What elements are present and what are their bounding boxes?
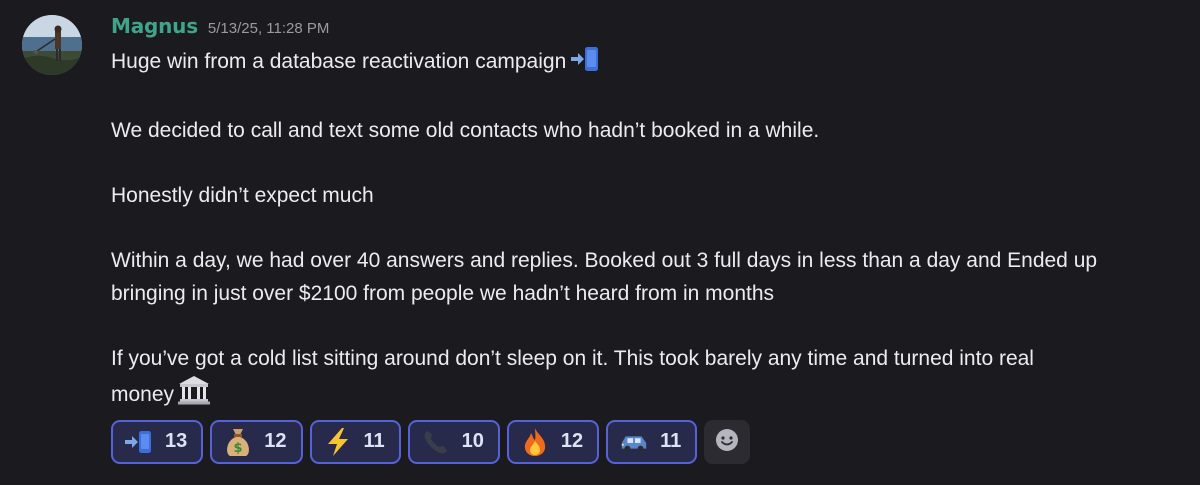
incoming-phone-emoji	[570, 46, 600, 83]
message-header: Magnus 5/13/25, 11:28 PM	[111, 14, 1191, 46]
incoming-phone-icon	[124, 427, 154, 457]
reaction-count: 12	[560, 430, 584, 452]
timestamp[interactable]: 5/13/25, 11:28 PM	[208, 20, 329, 37]
reaction-count: 11	[660, 430, 682, 452]
reaction-money-bag[interactable]: $ 12	[210, 419, 303, 464]
reactions-bar: 13 $ 12 11 10 12 11	[111, 419, 1191, 464]
car-icon	[619, 427, 649, 457]
message-body: Huge win from a database reactivation ca…	[111, 46, 1191, 416]
reaction-count: 11	[363, 430, 385, 452]
message-text: Huge win from a database reactivation ca…	[111, 50, 567, 73]
message-line: bringing in just over $2100 from people …	[111, 281, 775, 305]
message-line	[111, 213, 1191, 246]
reaction-incoming-phone[interactable]: 13	[111, 419, 204, 464]
reaction-count: 12	[264, 430, 287, 452]
reaction-count: 13	[165, 430, 188, 452]
message-line	[111, 310, 1191, 343]
bank-emoji	[178, 375, 211, 416]
message-text: money	[111, 383, 175, 406]
fire-icon	[520, 427, 550, 457]
money-bag-icon: $	[223, 427, 253, 457]
message-line: Honestly didn’t expect much	[111, 184, 374, 207]
reaction-car[interactable]: 11	[606, 419, 698, 464]
reaction-fire[interactable]: 12	[506, 419, 600, 464]
reaction-lightning[interactable]: 11	[309, 419, 401, 464]
message-line: Within a day, we had over 40 answers and…	[111, 249, 1098, 272]
reaction-count: 10	[461, 430, 484, 452]
message-line	[111, 83, 1191, 116]
message-line: We decided to call and text some old con…	[111, 119, 820, 142]
message-content: Magnus 5/13/25, 11:28 PM Huge win from a…	[111, 14, 1191, 464]
add-reaction-button[interactable]	[704, 419, 751, 464]
telephone-receiver-icon	[421, 427, 451, 457]
message-line: Huge win from a database reactivation ca…	[111, 46, 1191, 83]
avatar[interactable]	[22, 15, 82, 75]
smiley-icon	[714, 427, 740, 457]
chat-message: Magnus 5/13/25, 11:28 PM Huge win from a…	[0, 0, 1200, 485]
svg-text:$: $	[234, 441, 243, 456]
reaction-telephone-receiver[interactable]: 10	[407, 419, 500, 464]
lightning-icon	[323, 427, 353, 457]
message-line	[111, 148, 1191, 181]
username[interactable]: Magnus	[111, 14, 198, 38]
message-line: money	[111, 375, 1191, 416]
message-line: If you’ve got a cold list sitting around…	[111, 346, 1034, 370]
